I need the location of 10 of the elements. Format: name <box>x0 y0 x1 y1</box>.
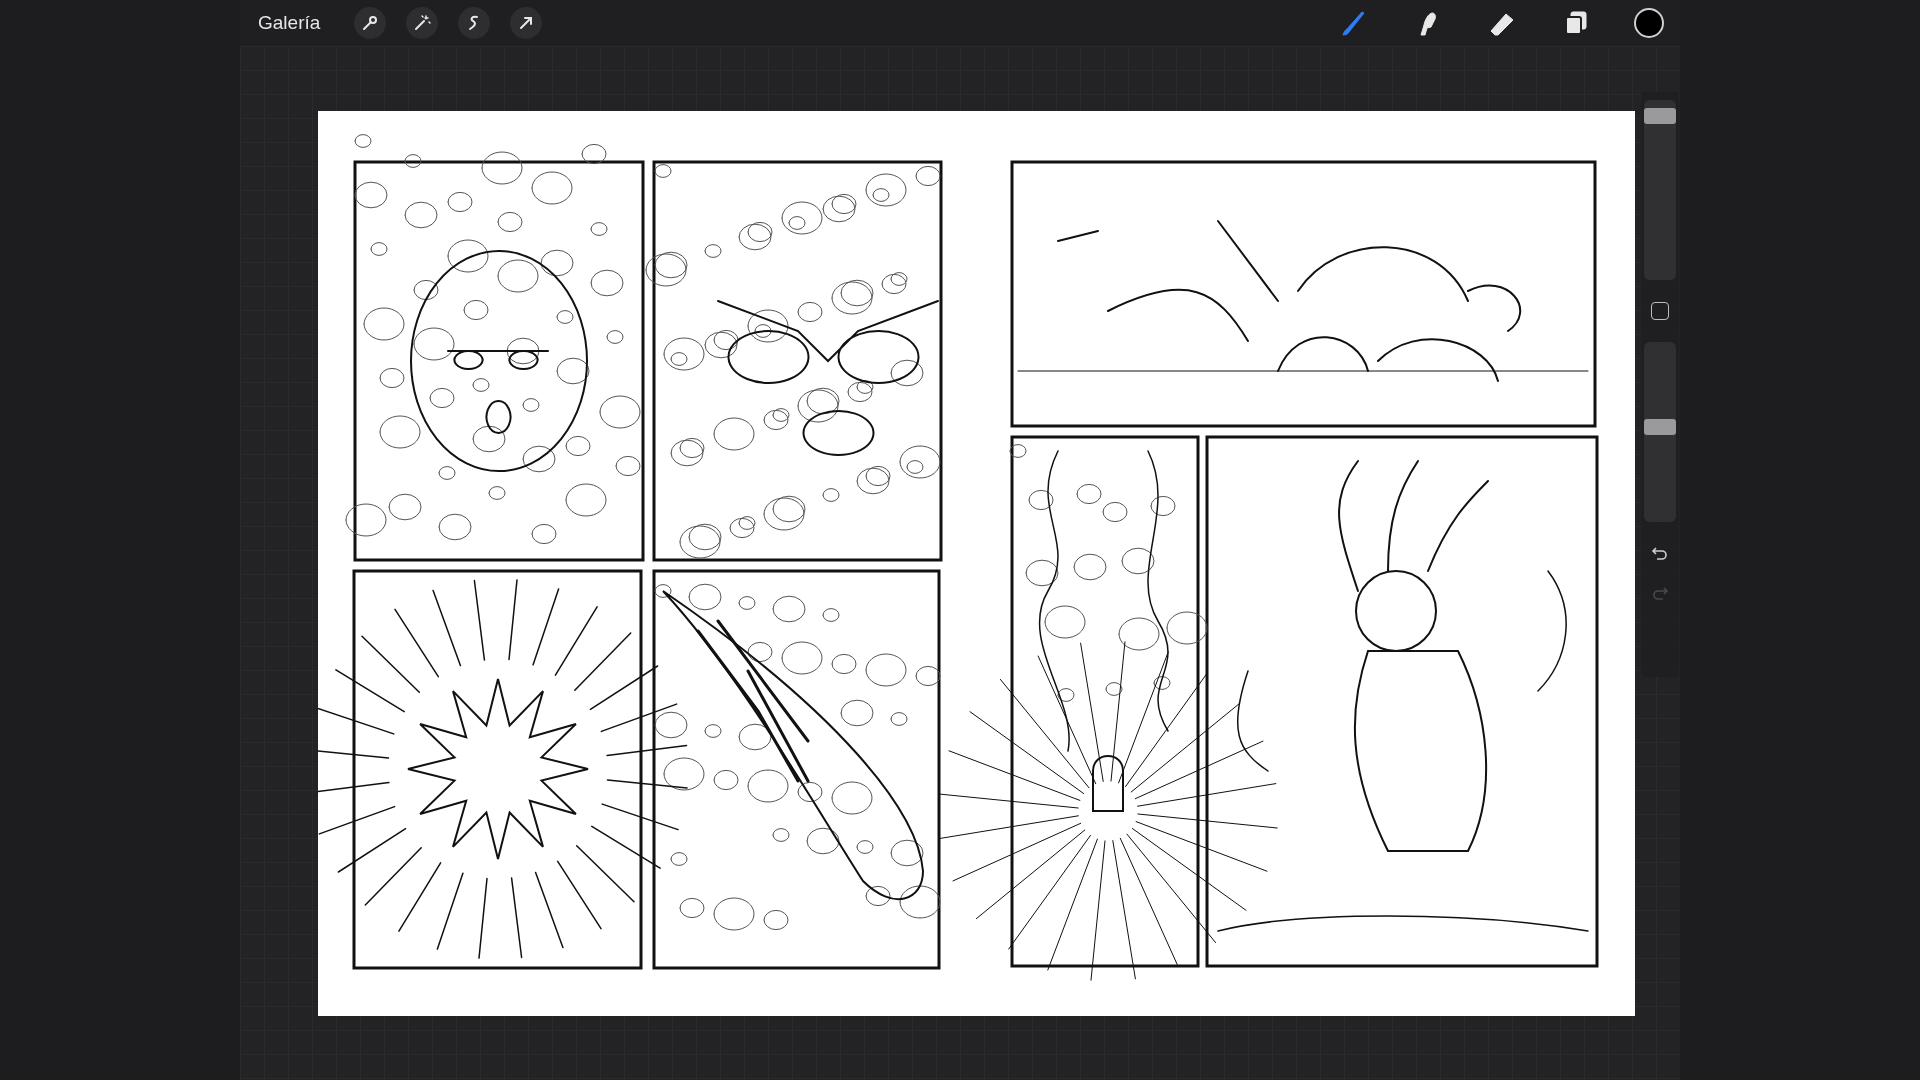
magic-wand-icon[interactable] <box>406 7 439 39</box>
wrench-icon[interactable] <box>354 7 387 39</box>
gallery-button[interactable]: Galería <box>252 8 327 38</box>
color-swatch[interactable] <box>1634 8 1664 38</box>
selection-icon[interactable] <box>458 7 491 39</box>
brush-size-slider[interactable] <box>1644 100 1676 280</box>
slider-thumb[interactable] <box>1644 419 1676 436</box>
opacity-slider[interactable] <box>1644 342 1676 522</box>
slider-thumb[interactable] <box>1644 108 1676 125</box>
modify-button[interactable] <box>1651 302 1669 320</box>
